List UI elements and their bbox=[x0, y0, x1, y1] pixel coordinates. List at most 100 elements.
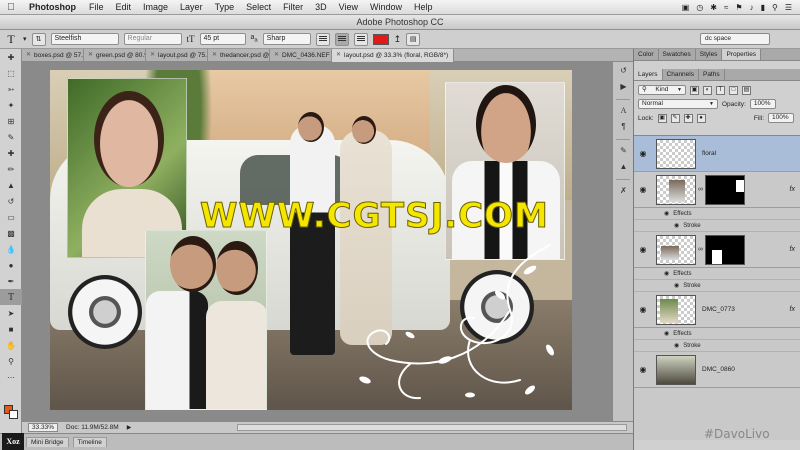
filter-smart-icon[interactable]: ▤ bbox=[742, 85, 751, 95]
brush-tool-icon[interactable]: ✏ bbox=[0, 161, 22, 177]
time-machine-icon[interactable]: ◷ bbox=[696, 3, 703, 12]
layer-filter-kind-select[interactable]: ⚲ Kind ▼ bbox=[638, 85, 686, 95]
doc-tab[interactable]: ✕ thedancer.psd @... bbox=[208, 49, 270, 62]
effects-row[interactable]: ◉ Effects bbox=[634, 328, 800, 340]
list-icon[interactable]: ☰ bbox=[785, 3, 792, 12]
effects-row[interactable]: ◉ Effects bbox=[634, 208, 800, 220]
fx-icon[interactable]: fx bbox=[790, 306, 795, 313]
visibility-eye-icon[interactable]: ◉ bbox=[634, 245, 652, 254]
clone-stamp-tool-icon[interactable]: ▲ bbox=[0, 177, 22, 193]
filter-pixel-icon[interactable]: ▣ bbox=[690, 85, 699, 95]
doc-tab[interactable]: ✕layout.psd @ 75.8... bbox=[146, 49, 208, 62]
marquee-tool-icon[interactable]: ⬚ bbox=[0, 65, 22, 81]
lock-transparent-icon[interactable]: ▣ bbox=[657, 113, 667, 123]
filter-type-icon[interactable]: T bbox=[716, 85, 725, 95]
layer-row[interactable]: ◉ ∞ fx bbox=[634, 232, 800, 268]
menu-type[interactable]: Type bbox=[209, 2, 241, 12]
close-icon[interactable]: ✕ bbox=[150, 49, 155, 62]
layer-row-floral[interactable]: ◉ floral bbox=[634, 136, 800, 172]
visibility-eye-icon[interactable]: ◉ bbox=[634, 149, 652, 158]
layer-name[interactable]: floral bbox=[702, 150, 716, 157]
layer-row-dmc-0773[interactable]: ◉ DMC_0773 fx bbox=[634, 292, 800, 328]
menu-file[interactable]: File bbox=[83, 2, 110, 12]
layer-name[interactable]: DMC_0860 bbox=[702, 366, 735, 373]
workspace-select[interactable]: dc space bbox=[700, 33, 770, 45]
character-panel-button[interactable]: ▤ bbox=[406, 32, 421, 46]
fill-field[interactable]: 100% bbox=[768, 113, 794, 123]
menu-view[interactable]: View bbox=[333, 2, 364, 12]
layer-mask-thumbnail[interactable] bbox=[705, 174, 745, 205]
menu-help[interactable]: Help bbox=[408, 2, 439, 12]
healing-tool-icon[interactable]: ✚ bbox=[0, 145, 22, 161]
lock-image-icon[interactable]: ✎ bbox=[670, 113, 680, 123]
tab-color[interactable]: Color bbox=[634, 49, 659, 60]
doc-tab[interactable]: ✕green.psd @ 80.9%... bbox=[84, 49, 146, 62]
zoom-tool-icon[interactable]: ⚲ bbox=[0, 353, 22, 369]
layer-mask-thumbnail[interactable] bbox=[705, 234, 745, 265]
character-panel-icon[interactable]: A bbox=[613, 102, 634, 118]
opacity-field[interactable]: 100% bbox=[749, 99, 776, 109]
tab-layers[interactable]: Layers bbox=[634, 69, 663, 80]
path-select-tool-icon[interactable]: ➤ bbox=[0, 305, 22, 321]
layer-name[interactable]: DMC_0773 bbox=[702, 306, 735, 313]
stroke-eye-icon[interactable]: ◉ bbox=[674, 222, 679, 229]
effects-row[interactable]: ◉ Effects bbox=[634, 268, 800, 280]
wifi-icon[interactable]: ≈ bbox=[724, 3, 728, 12]
close-icon[interactable]: ✕ bbox=[26, 49, 31, 62]
lasso-tool-icon[interactable]: ➳ bbox=[0, 81, 22, 97]
filter-shape-icon[interactable]: □ bbox=[729, 85, 738, 95]
layer-row-dmc-0860[interactable]: ◉ DMC_0860 bbox=[634, 352, 800, 388]
text-color-swatch[interactable] bbox=[372, 33, 389, 45]
more-tools-icon[interactable]: ⋯ bbox=[0, 369, 22, 385]
text-orientation-button[interactable]: ⇅ bbox=[31, 32, 46, 46]
clone-source-panel-icon[interactable]: ▲ bbox=[613, 158, 634, 174]
history-panel-icon[interactable]: ↺ bbox=[613, 62, 634, 78]
horizontal-scrollbar[interactable] bbox=[237, 424, 627, 431]
menu-app-name[interactable]: Photoshop bbox=[22, 2, 83, 12]
tool-presets-panel-icon[interactable]: ✗ bbox=[613, 182, 634, 198]
tab-styles[interactable]: Styles bbox=[696, 49, 723, 60]
actions-panel-icon[interactable]: ▶ bbox=[613, 78, 634, 94]
visibility-eye-icon[interactable]: ◉ bbox=[634, 365, 652, 374]
couple-portrait-photo[interactable] bbox=[145, 230, 267, 410]
fx-icon[interactable]: fx bbox=[790, 246, 795, 253]
tab-channels[interactable]: Channels bbox=[663, 69, 699, 80]
menu-window[interactable]: Window bbox=[364, 2, 408, 12]
move-tool-icon[interactable]: ✚ bbox=[0, 49, 22, 65]
hand-tool-icon[interactable]: ✋ bbox=[0, 337, 22, 353]
doc-tab[interactable]: ✕boxes.psd @ 57.5... bbox=[22, 49, 84, 62]
align-center-button[interactable] bbox=[334, 32, 349, 46]
font-style-select[interactable]: Regular▼ bbox=[3, 33, 403, 290]
doc-tab[interactable]: ✕DMC_0436.NEF @... bbox=[270, 49, 332, 62]
type-tool-icon[interactable]: T bbox=[0, 289, 22, 305]
pen-tool-icon[interactable]: ✒ bbox=[0, 273, 22, 289]
stroke-effect-row[interactable]: ◉ Stroke bbox=[634, 340, 800, 352]
stroke-effect-row[interactable]: ◉ Stroke bbox=[634, 280, 800, 292]
foreground-background-swatches[interactable] bbox=[4, 405, 18, 419]
history-brush-tool-icon[interactable]: ↺ bbox=[0, 193, 22, 209]
flag-icon[interactable]: ⚑ bbox=[735, 3, 742, 12]
font-family-select[interactable]: Steelfish▼ bbox=[3, 33, 403, 290]
search-icon[interactable]: ⚲ bbox=[772, 3, 778, 12]
font-size-select[interactable]: 45 pt▼ bbox=[3, 33, 403, 290]
screen-icon[interactable]: ▣ bbox=[682, 3, 690, 12]
lock-position-icon[interactable]: ✚ bbox=[683, 113, 693, 123]
tool-preset-caret-icon[interactable]: ▾ bbox=[23, 35, 27, 43]
canvas-area[interactable]: WWW.CGTSJ.COM bbox=[22, 62, 633, 421]
stroke-effect-row[interactable]: ◉ Stroke bbox=[634, 220, 800, 232]
dodge-tool-icon[interactable]: ● bbox=[0, 257, 22, 273]
warp-text-icon[interactable]: ↥ bbox=[394, 34, 402, 45]
blend-mode-select[interactable]: Normal ▼ bbox=[638, 99, 718, 109]
shape-tool-icon[interactable]: ■ bbox=[0, 321, 22, 337]
type-tool-icon[interactable]: T bbox=[4, 32, 18, 46]
link-chain-icon[interactable]: ∞ bbox=[698, 186, 703, 193]
battery-icon[interactable]: ▮ bbox=[761, 3, 765, 12]
status-menu-icon[interactable]: ▶ bbox=[127, 424, 132, 431]
visibility-eye-icon[interactable]: ◉ bbox=[634, 305, 652, 314]
volume-icon[interactable]: ♪ bbox=[750, 3, 754, 12]
align-left-button[interactable] bbox=[315, 32, 330, 46]
menu-filter[interactable]: Filter bbox=[277, 2, 309, 12]
blur-tool-icon[interactable]: 💧 bbox=[0, 241, 22, 257]
close-icon[interactable]: ✕ bbox=[88, 49, 93, 62]
layer-row[interactable]: ◉ ∞ fx bbox=[634, 172, 800, 208]
